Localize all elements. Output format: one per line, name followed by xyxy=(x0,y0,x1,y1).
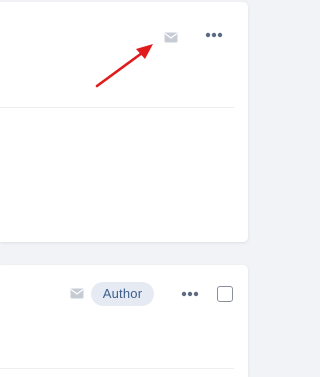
more-horizontal-icon[interactable] xyxy=(203,26,225,44)
select-checkbox[interactable] xyxy=(217,286,233,302)
more-horizontal-icon[interactable] xyxy=(179,285,201,303)
card-divider xyxy=(0,368,234,369)
card-divider xyxy=(0,107,234,108)
envelope-icon[interactable] xyxy=(162,28,180,46)
screen: Author xyxy=(0,0,258,377)
envelope-icon[interactable] xyxy=(68,284,86,302)
comment-card: Author xyxy=(0,265,248,377)
comment-card xyxy=(0,2,248,242)
author-badge: Author xyxy=(91,282,154,306)
